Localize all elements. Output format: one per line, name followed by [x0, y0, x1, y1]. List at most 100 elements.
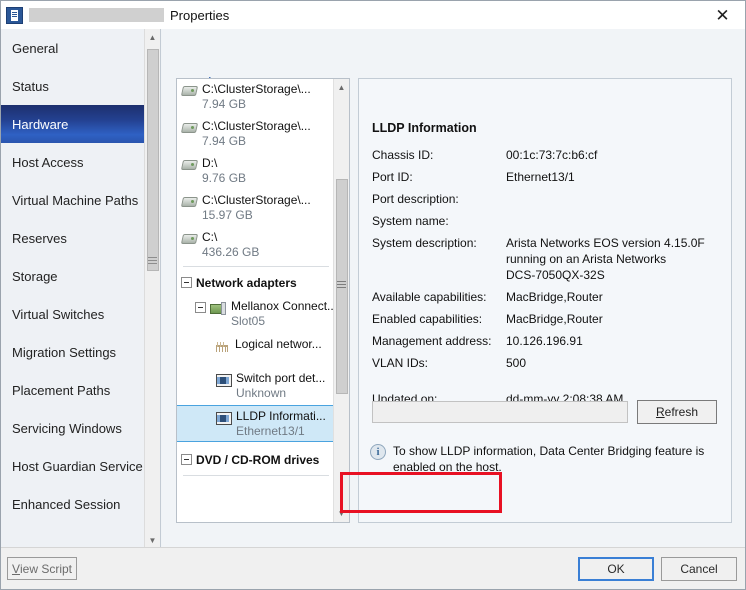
- field-management-address: Management address: 10.126.196.91: [372, 333, 722, 349]
- tree-item-size: 7.94 GB: [202, 97, 311, 112]
- field-label: Enabled capabilities:: [372, 311, 506, 327]
- field-label: Port ID:: [372, 169, 506, 185]
- tree-item-label: D:\: [202, 156, 246, 171]
- sidebar-item-virtual-machine-paths[interactable]: Virtual Machine Paths: [1, 181, 160, 219]
- sidebar-item-storage[interactable]: Storage: [1, 257, 160, 295]
- progress-bar: [372, 401, 628, 423]
- cancel-button[interactable]: Cancel: [661, 557, 737, 581]
- field-value: MacBridge,Router: [506, 311, 603, 327]
- tree-item-label: Switch port det...: [236, 371, 325, 386]
- tree-item-lldp-information[interactable]: LLDP Informati... Ethernet13/1: [177, 405, 335, 442]
- redacted-host-name: [29, 8, 164, 22]
- tree-item-disk[interactable]: C:\ 436.26 GB: [177, 227, 335, 264]
- sidebar-item-label: Host Access: [12, 155, 84, 170]
- view-script-label-rest: iew Script: [20, 562, 72, 576]
- field-label: Management address:: [372, 333, 506, 349]
- dialog-footer: View Script OK Cancel: [1, 547, 745, 589]
- scroll-up-icon[interactable]: ▲: [145, 29, 160, 46]
- tree-divider: [183, 266, 329, 267]
- host-properties-icon: [6, 7, 23, 24]
- network-adapter-icon: [210, 301, 226, 314]
- disk-icon: [181, 84, 197, 96]
- tree-item-logical-network[interactable]: Logical networ...: [177, 333, 335, 360]
- lldp-field-list: Chassis ID: 00:1c:73:7c:b6:cf Port ID: E…: [372, 147, 722, 413]
- field-vlan-ids: VLAN IDs: 500: [372, 355, 722, 371]
- tree-group-network-adapters[interactable]: Network adapters: [177, 269, 335, 296]
- tree-item-disk[interactable]: C:\ClusterStorage\... 7.94 GB: [177, 116, 335, 153]
- tree-divider: [183, 475, 329, 476]
- content-area: Hardware C:\ClusterStorage\... 7.94 GB C…: [162, 29, 745, 549]
- tree-item-sub: Slot05: [231, 314, 335, 329]
- tree-item-disk[interactable]: D:\ 9.76 GB: [177, 153, 335, 190]
- lldp-detail-panel: LLDP Information Chassis ID: 00:1c:73:7c…: [358, 78, 732, 523]
- sidebar-item-virtual-switches[interactable]: Virtual Switches: [1, 295, 160, 333]
- sidebar-item-label: Enhanced Session: [12, 497, 120, 512]
- field-port-id: Port ID: Ethernet13/1: [372, 169, 722, 185]
- tree-group-label: DVD / CD-ROM drives: [196, 453, 319, 467]
- field-label: System description:: [372, 235, 506, 283]
- tree-item-label: C:\: [202, 230, 259, 245]
- sidebar-item-migration-settings[interactable]: Migration Settings: [1, 333, 160, 371]
- tree-item-sub: Unknown: [236, 386, 325, 401]
- collapse-icon[interactable]: [181, 454, 192, 465]
- disk-icon: [181, 121, 197, 133]
- tree-item-disk[interactable]: C:\ClusterStorage\... 7.94 GB: [177, 79, 335, 116]
- tree-item-label: C:\ClusterStorage\...: [202, 82, 311, 97]
- tree-item-disk[interactable]: C:\ClusterStorage\... 15.97 GB: [177, 190, 335, 227]
- tree-group-label: Network adapters: [196, 276, 297, 290]
- sidebar-scrollbar-grip-icon: [148, 257, 157, 264]
- field-port-description: Port description:: [372, 191, 722, 207]
- field-system-description: System description: Arista Networks EOS …: [372, 235, 722, 283]
- ok-button[interactable]: OK: [578, 557, 654, 581]
- disk-icon: [181, 195, 197, 207]
- sidebar-item-reserves[interactable]: Reserves: [1, 219, 160, 257]
- close-icon[interactable]: ✕: [700, 1, 745, 29]
- lldp-icon: [215, 411, 231, 424]
- detail-title: LLDP Information: [372, 121, 477, 135]
- field-label: Available capabilities:: [372, 289, 506, 305]
- sidebar-item-label: Status: [12, 79, 49, 94]
- tree-item-label: LLDP Informati...: [236, 409, 326, 424]
- sidebar-item-hardware[interactable]: Hardware: [1, 105, 160, 143]
- tree-item-label: Mellanox Connect...: [231, 299, 335, 314]
- sidebar-item-host-guardian-service[interactable]: Host Guardian Service: [1, 447, 160, 485]
- sidebar-item-general[interactable]: General: [1, 29, 160, 67]
- sidebar-item-label: Servicing Windows: [12, 421, 122, 436]
- collapse-icon[interactable]: [181, 277, 192, 288]
- tree-item-label: C:\ClusterStorage\...: [202, 193, 311, 208]
- tree-item-size: 7.94 GB: [202, 134, 311, 149]
- refresh-button[interactable]: Refresh: [637, 400, 717, 424]
- field-label: System name:: [372, 213, 506, 229]
- refresh-accesskey: R: [656, 405, 665, 419]
- tree-item-switch-port-details[interactable]: Switch port det... Unknown: [177, 368, 335, 405]
- sidebar-item-label: Reserves: [12, 231, 67, 246]
- field-system-name: System name:: [372, 213, 722, 229]
- tree-item-label: C:\ClusterStorage\...: [202, 119, 311, 134]
- scroll-down-icon[interactable]: ▼: [334, 505, 349, 522]
- field-available-capabilities: Available capabilities: MacBridge,Router: [372, 289, 722, 305]
- sidebar-item-servicing-windows[interactable]: Servicing Windows: [1, 409, 160, 447]
- field-value: 500: [506, 355, 526, 371]
- hardware-tree: C:\ClusterStorage\... 7.94 GB C:\Cluster…: [177, 79, 335, 522]
- tree-item-mellanox-adapter[interactable]: Mellanox Connect... Slot05: [177, 296, 335, 333]
- collapse-icon[interactable]: [195, 302, 206, 313]
- sidebar-item-placement-paths[interactable]: Placement Paths: [1, 371, 160, 409]
- logical-network-icon: [215, 339, 230, 352]
- sidebar-item-enhanced-session[interactable]: Enhanced Session: [1, 485, 160, 523]
- switch-port-icon: [215, 373, 231, 386]
- sidebar-item-label: Host Guardian Service: [12, 459, 143, 474]
- field-label: VLAN IDs:: [372, 355, 506, 371]
- field-value: Ethernet13/1: [506, 169, 575, 185]
- tree-group-dvd-drives[interactable]: DVD / CD-ROM drives: [177, 446, 335, 473]
- scroll-up-icon[interactable]: ▲: [334, 79, 349, 96]
- sidebar-scrollbar-thumb[interactable]: [147, 49, 159, 271]
- tree-scrollbar[interactable]: ▲ ▼: [333, 79, 349, 522]
- sidebar: General Status Hardware Host Access Virt…: [1, 29, 161, 549]
- sidebar-item-host-access[interactable]: Host Access: [1, 143, 160, 181]
- sidebar-item-status[interactable]: Status: [1, 67, 160, 105]
- sidebar-item-label: Storage: [12, 269, 58, 284]
- tree-item-size: 9.76 GB: [202, 171, 246, 186]
- view-script-button[interactable]: View Script: [7, 557, 77, 580]
- sidebar-item-label: Placement Paths: [12, 383, 110, 398]
- sidebar-scrollbar[interactable]: ▲ ▼: [144, 29, 160, 549]
